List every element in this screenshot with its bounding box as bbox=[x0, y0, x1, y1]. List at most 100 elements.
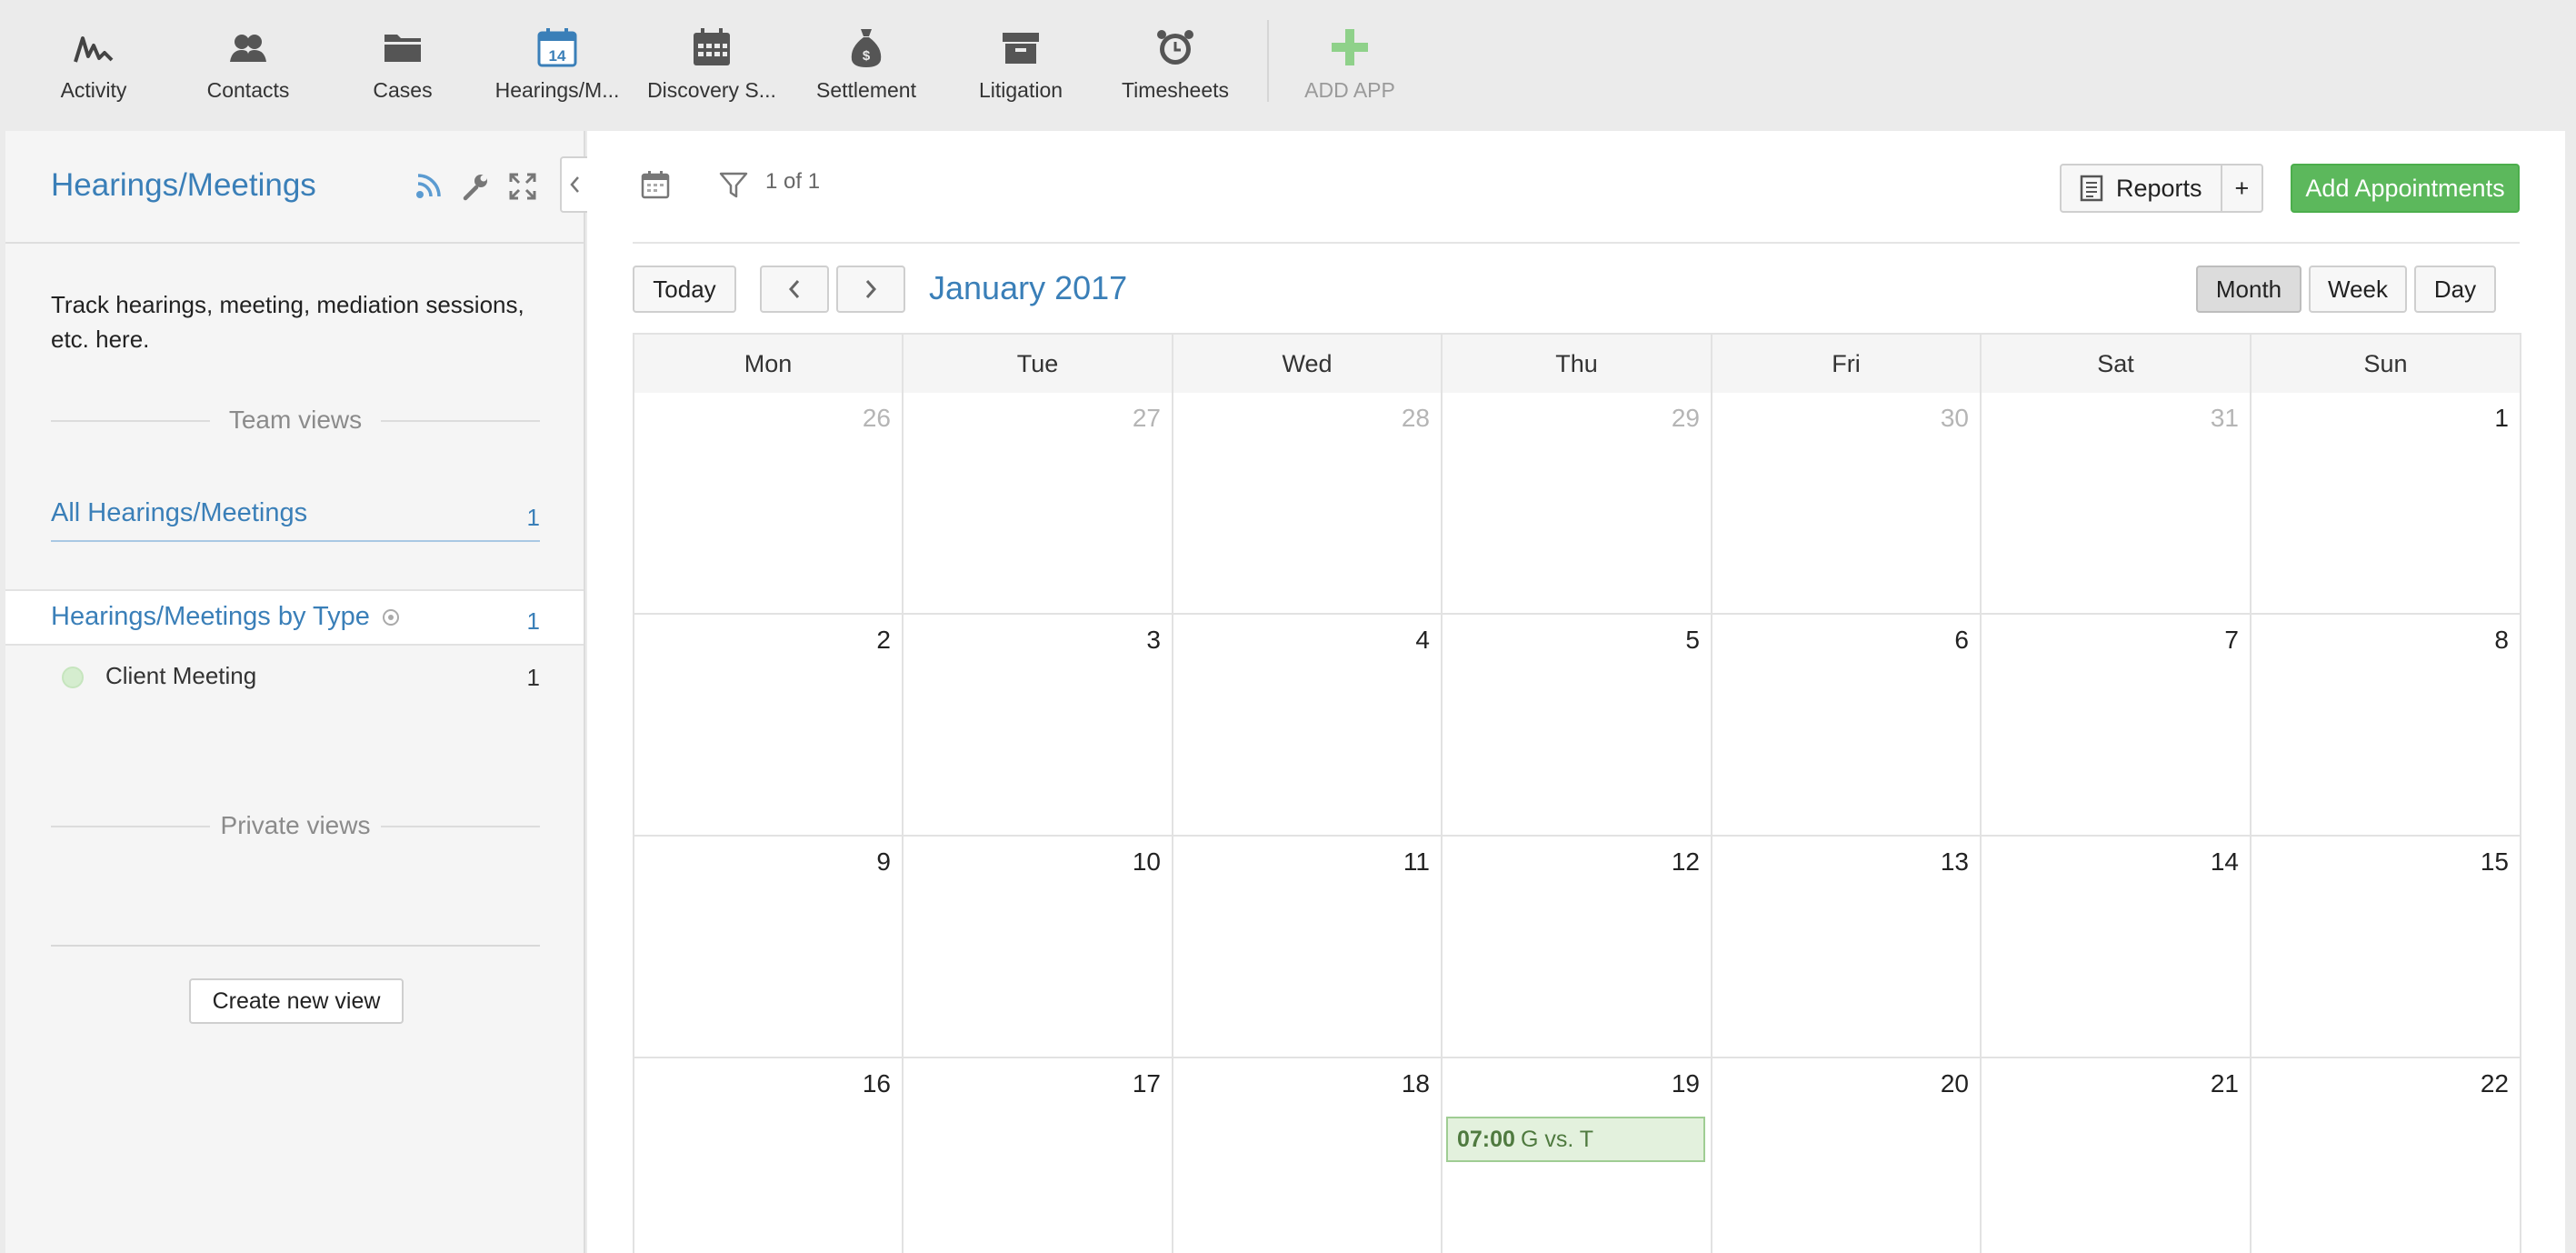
all-views-label: All Hearings/Meetings bbox=[51, 498, 308, 527]
svg-text:$: $ bbox=[863, 48, 871, 64]
reports-button-group: Reports + bbox=[2060, 164, 2264, 213]
filter-icon[interactable] bbox=[718, 169, 749, 200]
app-hearings[interactable]: 14 Hearings/M... bbox=[480, 20, 634, 111]
event-time: 07:00 bbox=[1457, 1127, 1515, 1152]
calendar-day[interactable]: 4 bbox=[1173, 615, 1443, 835]
rss-feed-icon[interactable] bbox=[413, 171, 444, 202]
calendar-day[interactable]: 3 bbox=[904, 615, 1173, 835]
calendar-day[interactable]: 1 bbox=[2252, 393, 2521, 613]
chevron-right-icon bbox=[865, 280, 877, 298]
calendar-day[interactable]: 30 bbox=[1712, 393, 1982, 613]
day-number: 31 bbox=[2210, 404, 2239, 432]
calendar-day[interactable]: 10 bbox=[904, 837, 1173, 1057]
app-activity[interactable]: Activity bbox=[16, 20, 171, 111]
day-header-sat: Sat bbox=[1982, 335, 2252, 393]
calendar-day[interactable]: 8 bbox=[2252, 615, 2521, 835]
calendar-day[interactable]: 5 bbox=[1443, 615, 1712, 835]
calendar-day[interactable]: 12 bbox=[1443, 837, 1712, 1057]
app-settlement[interactable]: $ Settlement bbox=[789, 20, 944, 111]
calendar-day[interactable]: 14 bbox=[1982, 837, 2252, 1057]
add-app-button[interactable]: ADD APP bbox=[1273, 20, 1427, 111]
app-litigation[interactable]: Litigation bbox=[944, 20, 1098, 111]
day-number: 19 bbox=[1671, 1069, 1700, 1098]
wrench-icon[interactable] bbox=[460, 171, 491, 202]
reports-button[interactable]: Reports bbox=[2062, 165, 2221, 211]
by-type-count: 1 bbox=[526, 607, 540, 635]
calendar-view-icon[interactable] bbox=[640, 169, 671, 200]
calendar-day[interactable]: 2 bbox=[634, 615, 904, 835]
type-item-client-meeting[interactable]: Client Meeting 1 bbox=[62, 662, 540, 691]
calendar-day[interactable]: 27 bbox=[904, 393, 1173, 613]
report-document-icon bbox=[2080, 175, 2103, 202]
calendar-day[interactable]: 31 bbox=[1982, 393, 2252, 613]
view-options-icon[interactable] bbox=[382, 609, 399, 626]
day-number: 15 bbox=[2480, 847, 2509, 876]
day-number: 16 bbox=[862, 1069, 891, 1098]
calendar-day[interactable]: 28 bbox=[1173, 393, 1443, 613]
calendar-week: 16 17 18 19 07:00 G vs. T 20 21 22 bbox=[634, 1058, 2521, 1253]
today-button[interactable]: Today bbox=[633, 266, 736, 313]
calendar-day[interactable]: 16 bbox=[634, 1058, 904, 1253]
app-discovery[interactable]: Discovery S... bbox=[634, 20, 789, 111]
reports-add-button[interactable]: + bbox=[2220, 165, 2262, 211]
all-hearings-meetings-view[interactable]: All Hearings/Meetings 1 bbox=[51, 498, 540, 542]
sidebar-description: Track hearings, meeting, mediation sessi… bbox=[51, 291, 524, 353]
day-number: 18 bbox=[1401, 1069, 1430, 1098]
expand-icon[interactable] bbox=[507, 171, 538, 202]
add-app-label: ADD APP bbox=[1304, 78, 1395, 102]
calendar-day[interactable]: 6 bbox=[1712, 615, 1982, 835]
day-number: 12 bbox=[1671, 847, 1700, 876]
calendar-day[interactable]: 26 bbox=[634, 393, 904, 613]
day-view-button[interactable]: Day bbox=[2414, 266, 2496, 313]
app-contacts[interactable]: Contacts bbox=[171, 20, 325, 111]
calendar-day[interactable]: 17 bbox=[904, 1058, 1173, 1253]
by-type-view[interactable]: Hearings/Meetings by Type 1 bbox=[51, 602, 540, 635]
calendar-day[interactable]: 11 bbox=[1173, 837, 1443, 1057]
app-cases[interactable]: Cases bbox=[325, 20, 480, 111]
next-month-button[interactable] bbox=[836, 266, 905, 313]
private-views-heading: Private views bbox=[51, 811, 540, 840]
calendar-day[interactable]: 18 bbox=[1173, 1058, 1443, 1253]
day-header-mon: Mon bbox=[634, 335, 904, 393]
month-calendar: Mon Tue Wed Thu Fri Sat Sun 26 27 28 29 … bbox=[633, 333, 2521, 1253]
svg-text:14: 14 bbox=[549, 47, 566, 65]
calendar-day[interactable]: 7 bbox=[1982, 615, 2252, 835]
collapse-sidebar-button[interactable] bbox=[560, 156, 589, 213]
app-cases-label: Cases bbox=[373, 78, 433, 102]
main-panel: 1 of 1 Reports + Add Appointments Today … bbox=[587, 131, 2565, 1253]
calendar-day[interactable]: 15 bbox=[2252, 837, 2521, 1057]
calendar-day[interactable]: 19 07:00 G vs. T bbox=[1443, 1058, 1712, 1253]
app-timesheets[interactable]: Timesheets bbox=[1098, 20, 1253, 111]
day-number: 11 bbox=[1403, 847, 1430, 876]
sidebar-divider bbox=[5, 242, 584, 244]
day-number: 8 bbox=[2494, 626, 2509, 654]
chevron-left-icon bbox=[788, 280, 800, 298]
create-new-view-button[interactable]: Create new view bbox=[189, 978, 404, 1024]
sidebar-title: Hearings/Meetings bbox=[51, 167, 316, 203]
sidebar: Hearings/Meetings Track hearings, meetin… bbox=[5, 131, 585, 1253]
calendar-event[interactable]: 07:00 G vs. T bbox=[1446, 1117, 1705, 1162]
calendar-day[interactable]: 9 bbox=[634, 837, 904, 1057]
prev-month-button[interactable] bbox=[760, 266, 829, 313]
calendar-day[interactable]: 22 bbox=[2252, 1058, 2521, 1253]
month-view-button[interactable]: Month bbox=[2196, 266, 2301, 313]
team-views-heading: Team views bbox=[51, 406, 540, 435]
calendar-day[interactable]: 21 bbox=[1982, 1058, 2252, 1253]
app-discovery-label: Discovery S... bbox=[647, 78, 776, 102]
sidebar-tools bbox=[413, 171, 538, 202]
calendar-day[interactable]: 29 bbox=[1443, 393, 1712, 613]
add-appointments-button[interactable]: Add Appointments bbox=[2291, 164, 2520, 213]
day-number: 2 bbox=[876, 626, 891, 654]
by-type-view-row[interactable]: Hearings/Meetings by Type 1 bbox=[5, 589, 584, 646]
calendar-day[interactable]: 13 bbox=[1712, 837, 1982, 1057]
day-number: 20 bbox=[1940, 1069, 1969, 1098]
app-settlement-label: Settlement bbox=[816, 78, 916, 102]
type-item-label: Client Meeting bbox=[105, 662, 257, 689]
calendar-week: 26 27 28 29 30 31 1 bbox=[634, 393, 2521, 615]
day-number: 13 bbox=[1940, 847, 1969, 876]
chevron-left-icon bbox=[570, 176, 579, 193]
app-litigation-label: Litigation bbox=[978, 78, 1063, 102]
week-view-button[interactable]: Week bbox=[2309, 266, 2407, 313]
calendar-day[interactable]: 20 bbox=[1712, 1058, 1982, 1253]
activity-icon bbox=[74, 36, 114, 63]
